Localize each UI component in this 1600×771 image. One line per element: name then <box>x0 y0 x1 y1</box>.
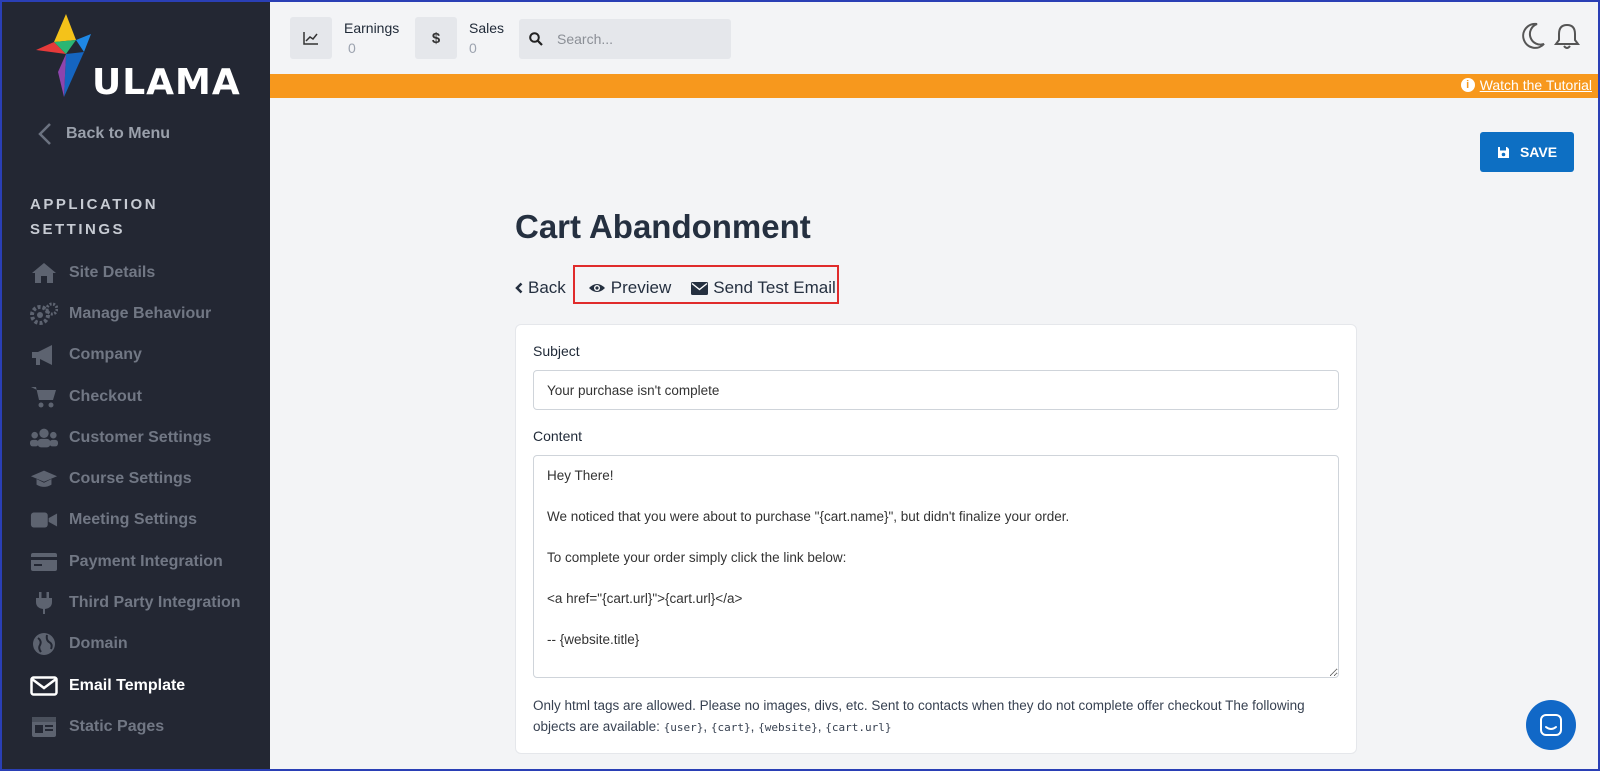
watch-tutorial-link[interactable]: i Watch the Tutorial <box>1460 77 1592 93</box>
megaphone-icon <box>30 343 58 367</box>
sidebar-item-manage-behaviour[interactable]: Manage Behaviour <box>30 293 260 334</box>
chat-support-button[interactable] <box>1526 700 1576 750</box>
subject-input[interactable] <box>533 370 1339 410</box>
page-title: Cart Abandonment <box>515 208 811 245</box>
content-textarea[interactable]: Hey There! We noticed that you were abou… <box>533 455 1339 678</box>
sidebar-item-label: Site Details <box>69 263 156 281</box>
page-icon <box>30 715 58 739</box>
back-to-menu-link[interactable]: Back to Menu <box>38 122 170 146</box>
chart-line-icon <box>303 32 318 45</box>
sidebar-item-checkout[interactable]: Checkout <box>30 376 260 417</box>
object-token: {user} <box>663 721 704 734</box>
globe-icon <box>30 632 58 656</box>
sales-value: 0 <box>469 40 477 56</box>
search-box <box>519 19 731 59</box>
search-input[interactable] <box>557 31 717 47</box>
search-icon[interactable] <box>529 32 543 46</box>
floppy-disk-icon <box>1497 146 1509 158</box>
chevron-left-icon <box>515 282 523 294</box>
back-label: Back <box>528 278 566 297</box>
send-test-email-link[interactable]: Send Test Email <box>691 278 836 298</box>
sidebar-item-customer-settings[interactable]: Customer Settings <box>30 417 260 458</box>
topbar: Earnings 0 $ Sales 0 <box>270 2 1598 74</box>
sidebar-item-third-party-integration[interactable]: Third Party Integration <box>30 582 260 623</box>
users-icon <box>30 426 58 450</box>
envelope-icon <box>691 281 709 295</box>
dollar-icon: $ <box>431 29 441 47</box>
credit-card-icon <box>30 550 58 574</box>
notification-bell-icon[interactable] <box>1554 22 1580 50</box>
plug-icon <box>30 591 58 615</box>
eye-icon <box>588 284 605 292</box>
save-button[interactable]: SAVE <box>1480 132 1574 172</box>
ulama-logo[interactable]: ULAMA <box>36 12 246 103</box>
sales-label: Sales <box>469 20 505 36</box>
sidebar-item-label: Email Template <box>69 676 186 694</box>
sidebar-item-label: Third Party Integration <box>69 594 241 612</box>
sidebar-item-meeting-settings[interactable]: Meeting Settings <box>30 500 260 541</box>
sidebar-item-course-settings[interactable]: Course Settings <box>30 458 260 499</box>
tutorial-banner: i Watch the Tutorial <box>270 74 1598 98</box>
info-icon: i <box>1460 78 1475 92</box>
preview-link[interactable]: Preview <box>588 278 671 298</box>
sidebar-item-label: Static Pages <box>69 717 165 735</box>
sidebar-item-label: Payment Integration <box>69 552 223 570</box>
envelope-icon <box>30 674 58 698</box>
sidebar-section-title: APPLICATION SETTINGS <box>30 196 159 238</box>
back-link[interactable]: Back <box>515 278 566 298</box>
sales-icon-box: $ <box>415 17 457 59</box>
email-template-form: Subject Content Hey There! We noticed th… <box>515 324 1357 754</box>
object-token: {website} <box>758 721 818 734</box>
subject-label: Subject <box>533 343 580 359</box>
brand-name: ULAMA <box>92 62 241 103</box>
preview-label: Preview <box>610 278 672 297</box>
sidebar-item-label: Company <box>69 346 142 364</box>
earnings-icon-box <box>290 17 332 59</box>
save-label: SAVE <box>1519 144 1558 160</box>
sidebar-item-label: Course Settings <box>69 470 192 488</box>
sidebar-nav: Site Details Manage Behaviour Company Ch… <box>30 252 260 748</box>
object-token: {cart} <box>710 721 751 734</box>
sidebar-item-site-details[interactable]: Site Details <box>30 252 260 293</box>
cart-icon <box>30 385 58 409</box>
sidebar: ULAMA Back to Menu APPLICATION SETTINGS … <box>2 2 270 769</box>
help-text: Only html tags are allowed. Please no im… <box>533 698 1305 734</box>
sidebar-item-label: Checkout <box>69 387 142 405</box>
sidebar-item-payment-integration[interactable]: Payment Integration <box>30 541 260 582</box>
content-label: Content <box>533 428 583 444</box>
gears-icon <box>30 302 58 326</box>
chevron-left-icon <box>38 123 51 145</box>
object-token: {cart.url} <box>825 721 892 734</box>
back-to-menu-label: Back to Menu <box>66 125 171 142</box>
sidebar-item-email-template[interactable]: Email Template <box>30 665 260 706</box>
chat-icon <box>1540 714 1562 736</box>
watch-tutorial-label: Watch the Tutorial <box>1479 77 1592 93</box>
graduation-cap-icon <box>30 467 58 491</box>
earnings-label: Earnings <box>344 20 400 36</box>
sidebar-item-label: Customer Settings <box>69 428 212 446</box>
sidebar-item-company[interactable]: Company <box>30 335 260 376</box>
template-actions: Back Preview Send Test Email <box>515 272 836 304</box>
send-test-email-label: Send Test Email <box>713 278 836 297</box>
dark-mode-moon-icon[interactable] <box>1520 22 1546 50</box>
sidebar-item-label: Domain <box>69 635 128 653</box>
earnings-value: 0 <box>348 40 356 56</box>
sidebar-item-static-pages[interactable]: Static Pages <box>30 706 260 747</box>
video-icon <box>30 508 58 532</box>
sidebar-item-domain[interactable]: Domain <box>30 624 260 665</box>
help-text-body: Only html tags are allowed. Please no im… <box>533 698 1305 734</box>
sidebar-item-label: Meeting Settings <box>69 511 198 529</box>
home-icon <box>30 261 58 285</box>
sidebar-item-label: Manage Behaviour <box>69 304 212 322</box>
